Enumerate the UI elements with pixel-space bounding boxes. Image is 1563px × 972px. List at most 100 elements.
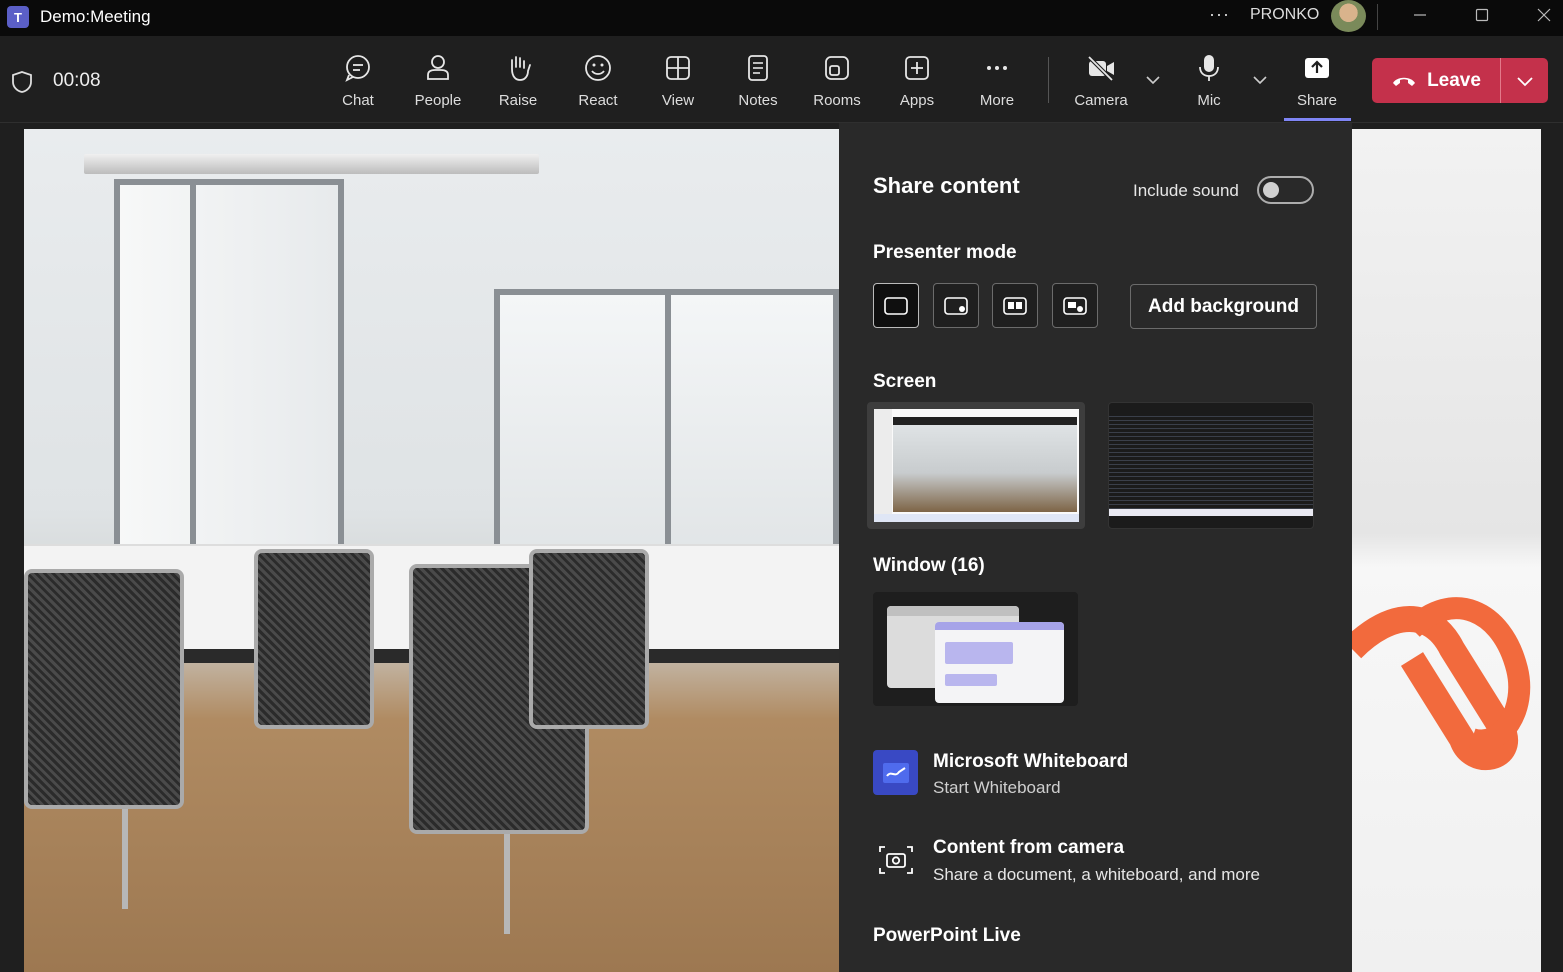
rooms-icon: [821, 52, 853, 84]
whiteboard-icon: [873, 750, 918, 795]
leave-label: Leave: [1427, 69, 1481, 91]
more-button[interactable]: More: [962, 46, 1032, 116]
raise-label: Raise: [498, 92, 538, 109]
people-label: People: [414, 92, 462, 109]
leave-options-chevron-down-icon[interactable]: [1501, 58, 1548, 103]
presenter-mode-side-by-side-button[interactable]: [992, 283, 1038, 328]
more-label: More: [979, 92, 1015, 109]
rooms-label: Rooms: [813, 92, 861, 109]
include-sound-label: Include sound: [1133, 181, 1239, 200]
more-icon: [981, 52, 1013, 84]
apps-button[interactable]: Apps: [882, 46, 952, 116]
notes-icon: [742, 52, 774, 84]
camera-off-icon: [1085, 52, 1117, 84]
presenter-mode-standout-button[interactable]: [933, 283, 979, 328]
toggle-knob: [1263, 182, 1279, 198]
hang-up-icon: [1393, 77, 1416, 86]
content-from-camera-subtitle: Share a document, a whiteboard, and more: [933, 865, 1260, 884]
grid-icon: [662, 52, 694, 84]
shield-icon: [12, 71, 32, 93]
more-options-icon[interactable]: ···: [1209, 4, 1230, 25]
chair: [529, 549, 649, 729]
share-button[interactable]: Share: [1282, 46, 1352, 116]
chair-base: [122, 809, 128, 909]
screen-1-preview: [874, 409, 1079, 522]
teams-icon: T: [7, 6, 29, 28]
chat-icon: [342, 52, 374, 84]
powerpoint-live-heading: PowerPoint Live: [873, 925, 1021, 946]
meeting-timer: 00:08: [53, 70, 101, 91]
view-label: View: [661, 92, 695, 109]
window-title: Demo:Meeting: [40, 7, 151, 26]
react-button[interactable]: React: [563, 46, 633, 116]
window-illustration-front: [935, 622, 1064, 703]
panel-title: Share content: [873, 173, 1020, 198]
preview-video: [893, 417, 1077, 512]
brand-logo-icon: [1352, 597, 1531, 770]
leave-button[interactable]: Leave: [1372, 58, 1501, 103]
people-icon: [422, 52, 454, 84]
people-button[interactable]: People: [403, 46, 473, 116]
window-picker-thumbnail[interactable]: [873, 592, 1078, 706]
camera-button[interactable]: Camera: [1066, 46, 1136, 116]
toolbar-divider: [1048, 57, 1049, 103]
chair: [254, 549, 374, 729]
avatar[interactable]: [1331, 0, 1366, 32]
share-label: Share: [1296, 92, 1338, 109]
content-from-camera-title[interactable]: Content from camera: [933, 837, 1124, 859]
rooms-button[interactable]: Rooms: [802, 46, 872, 116]
presenter-mode-reporter-button[interactable]: [1052, 283, 1098, 328]
whiteboard-title[interactable]: Microsoft Whiteboard: [933, 751, 1128, 773]
ceiling-lamp: [84, 154, 539, 174]
share-active-indicator: [1284, 118, 1351, 121]
camera-options-chevron-down-icon[interactable]: [1143, 72, 1163, 88]
illustration-line: [945, 674, 997, 686]
include-sound-toggle[interactable]: [1257, 176, 1314, 204]
whiteboard-subtitle: Start Whiteboard: [933, 778, 1061, 797]
mic-icon: [1193, 52, 1225, 84]
preview-sidebar: [874, 409, 892, 522]
meeting-toolbar: 00:08 Chat People Raise React View Notes…: [0, 36, 1563, 123]
mic-label: Mic: [1197, 92, 1221, 109]
apps-label: Apps: [899, 92, 935, 109]
minimize-icon[interactable]: [1396, 0, 1444, 30]
maximize-icon[interactable]: [1458, 0, 1506, 30]
chair-base: [504, 834, 510, 934]
chat-button[interactable]: Chat: [323, 46, 393, 116]
leave-button-group: Leave: [1372, 58, 1548, 103]
preview-taskbar: [874, 514, 1079, 522]
screen-2-thumbnail[interactable]: [1108, 402, 1314, 529]
react-label: React: [578, 92, 618, 109]
standout-icon: [944, 296, 968, 315]
screen-1-thumbnail[interactable]: [867, 402, 1085, 529]
divider: [1377, 4, 1378, 30]
notes-label: Notes: [738, 92, 778, 109]
add-background-button[interactable]: Add background: [1130, 284, 1317, 329]
hand-icon: [502, 52, 534, 84]
notes-button[interactable]: Notes: [723, 46, 793, 116]
mic-button[interactable]: Mic: [1174, 46, 1244, 116]
room-wall: [1352, 129, 1541, 972]
illustration-line: [945, 642, 1013, 664]
side-by-side-icon: [1003, 296, 1027, 315]
share-content-panel: Share content Include sound Presenter mo…: [839, 123, 1352, 972]
chair: [24, 569, 184, 809]
title-bar: T Demo:Meeting ··· PRONKO: [0, 0, 1563, 36]
close-icon[interactable]: [1520, 0, 1563, 30]
screen-2-preview: [1109, 413, 1313, 509]
smiley-icon: [582, 52, 614, 84]
chat-label: Chat: [342, 92, 374, 109]
camera-scan-icon: [873, 837, 918, 882]
content-only-icon: [884, 296, 908, 315]
presenter-mode-content-only-button[interactable]: [873, 283, 919, 328]
share-icon: [1301, 52, 1333, 84]
mic-options-chevron-down-icon[interactable]: [1250, 72, 1270, 88]
view-button[interactable]: View: [643, 46, 713, 116]
raise-hand-button[interactable]: Raise: [483, 46, 553, 116]
plus-box-icon: [901, 52, 933, 84]
camera-label: Camera: [1074, 92, 1128, 109]
user-name[interactable]: PRONKO: [1250, 6, 1319, 24]
presenter-mode-heading: Presenter mode: [873, 242, 1017, 263]
window-heading: Window (16): [873, 555, 985, 576]
preview-taskbar: [1109, 509, 1313, 516]
